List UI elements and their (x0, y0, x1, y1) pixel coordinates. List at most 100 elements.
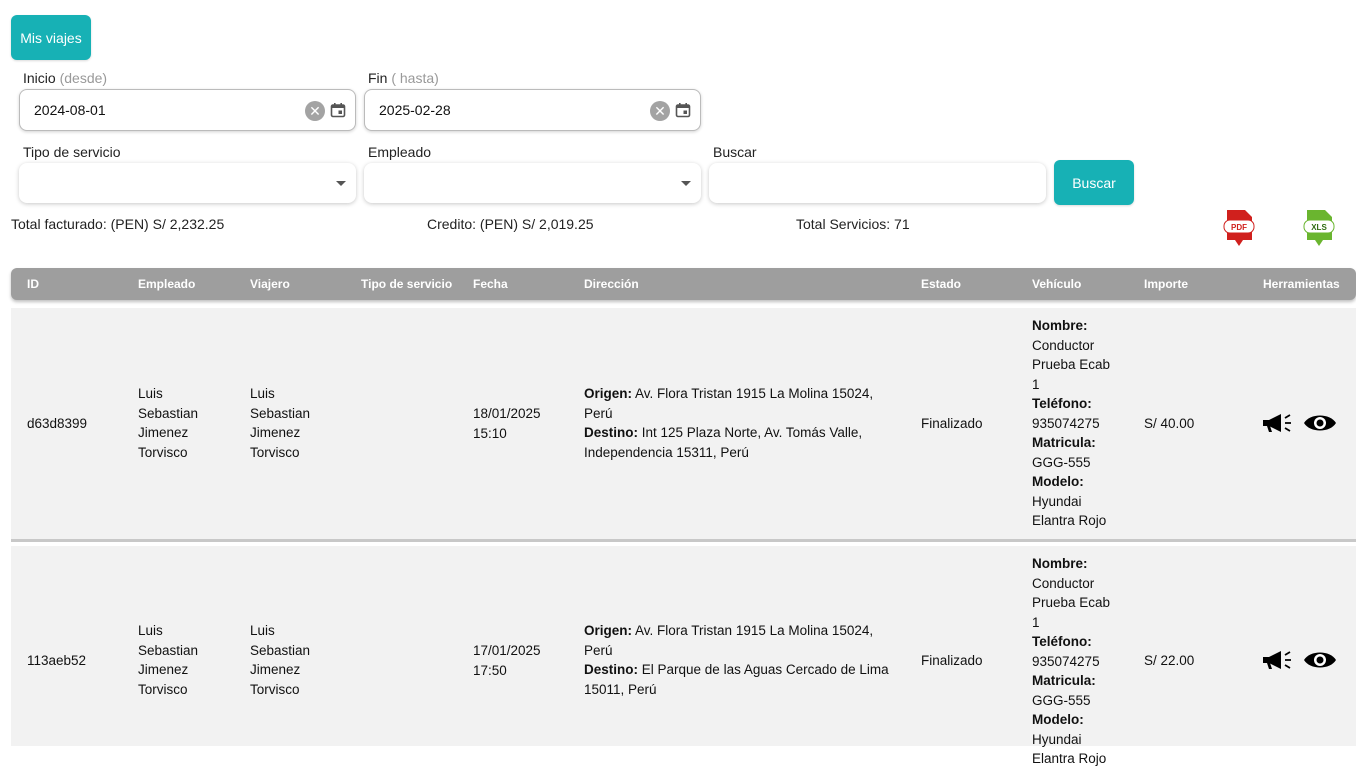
search-input[interactable] (709, 163, 1046, 203)
col-direccion[interactable]: Dirección (584, 277, 639, 291)
matricula-value: GGG-555 (1032, 454, 1091, 470)
col-fecha[interactable]: Fecha (473, 277, 508, 291)
fin-label-text: Fin (368, 70, 388, 86)
credito: Credito: (PEN) S/ 2,019.25 (427, 216, 594, 232)
row-id: 113aeb52 (27, 653, 87, 668)
nombre-value: 1 (1032, 376, 1040, 392)
col-viajero[interactable]: Viajero (250, 277, 290, 291)
telefono-label: Teléfono: (1032, 396, 1092, 411)
fecha-date: 17/01/2025 (473, 643, 541, 658)
eye-icon[interactable] (1303, 412, 1337, 434)
modelo-value: Elantra Rojo (1032, 513, 1107, 528)
eye-icon[interactable] (1303, 649, 1337, 671)
fin-date-value: 2025-02-28 (379, 102, 451, 118)
viajero-line: Sebastian (250, 642, 311, 658)
empleado-line: Sebastian (138, 405, 199, 421)
nombre-label: Nombre: (1032, 556, 1088, 571)
modelo-label: Modelo: (1032, 474, 1084, 489)
nombre-value: Conductor (1032, 575, 1095, 591)
inicio-date-value: 2024-08-01 (34, 102, 106, 118)
col-estado[interactable]: Estado (921, 277, 961, 291)
inicio-date-input[interactable]: 2024-08-01 ✕ (19, 89, 356, 131)
row-fecha: 17/01/2025 17:50 (473, 641, 541, 680)
col-id[interactable]: ID (27, 277, 39, 291)
row-vehiculo: Nombre: Conductor Prueba Ecab 1 Teléfono… (1032, 554, 1110, 769)
fecha-time: 15:10 (473, 425, 507, 441)
col-vehiculo[interactable]: Vehículo (1032, 277, 1081, 291)
mis-viajes-button[interactable]: Mis viajes (11, 15, 91, 60)
buscar-label: Buscar (713, 144, 757, 160)
nombre-value: Prueba Ecab (1032, 595, 1111, 610)
empleado-line: Luis (138, 386, 163, 401)
chevron-down-icon[interactable] (336, 181, 346, 186)
row-divider (11, 539, 1356, 542)
row-empleado: Luis Sebastian Jimenez Torvisco (138, 384, 198, 462)
inicio-label-text: Inicio (23, 70, 56, 86)
origen-value: Av. Flora Tristan 1915 La Molina 15024, (635, 386, 874, 401)
modelo-value: Hyundai (1032, 493, 1082, 509)
chevron-down-icon[interactable] (681, 181, 691, 186)
nombre-value: Prueba Ecab (1032, 357, 1111, 372)
xls-export-icon[interactable]: XLS (1302, 208, 1336, 250)
modelo-value: Hyundai (1032, 731, 1082, 747)
megaphone-icon[interactable] (1261, 412, 1295, 434)
table-row[interactable]: 113aeb52 Luis Sebastian Jimenez Torvisco… (11, 546, 1356, 766)
destino-label: Destino: (584, 662, 638, 677)
empleado-line: Jimenez (138, 662, 189, 677)
table-header: ID Empleado Viajero Tipo de servicio Fec… (11, 268, 1356, 300)
calendar-icon[interactable] (330, 102, 346, 118)
clear-icon[interactable]: ✕ (305, 101, 325, 121)
tipo-servicio-label: Tipo de servicio (23, 144, 121, 160)
viajero-line: Sebastian (250, 405, 311, 421)
matricula-label: Matricula: (1032, 435, 1096, 450)
empleado-line: Luis (138, 623, 163, 638)
tipo-servicio-select[interactable] (19, 163, 356, 203)
inicio-label: Inicio (desde) (23, 70, 107, 86)
row-direccion: Origen: Av. Flora Tristan 1915 La Molina… (584, 621, 904, 699)
col-tipo-servicio[interactable]: Tipo de servicio (361, 277, 452, 291)
origen-value: Perú (584, 405, 613, 421)
empleado-label: Empleado (368, 144, 432, 160)
row-vehiculo: Nombre: Conductor Prueba Ecab 1 Teléfono… (1032, 316, 1110, 531)
empleado-line: Jimenez (138, 425, 189, 440)
origen-value: Av. Flora Tristan 1915 La Molina 15024, (635, 623, 874, 638)
empleado-line: Torvisco (138, 681, 188, 697)
destino-value: 15011, Perú (584, 681, 657, 697)
col-herramientas[interactable]: Herramientas (1263, 277, 1340, 291)
telefono-value: 935074275 (1032, 415, 1100, 431)
row-viajero: Luis Sebastian Jimenez Torvisco (250, 384, 310, 462)
nombre-value: Conductor (1032, 337, 1095, 353)
calendar-icon[interactable] (675, 102, 691, 118)
viajero-line: Luis (250, 386, 275, 401)
origen-label: Origen: (584, 623, 633, 638)
fin-date-input[interactable]: 2025-02-28 ✕ (364, 89, 701, 131)
row-direccion: Origen: Av. Flora Tristan 1915 La Molina… (584, 384, 904, 462)
col-empleado[interactable]: Empleado (138, 277, 195, 291)
matricula-value: GGG-555 (1032, 692, 1091, 708)
modelo-label: Modelo: (1032, 712, 1084, 727)
pdf-export-icon[interactable]: PDF (1222, 208, 1256, 250)
destino-value: Int 125 Plaza Norte, Av. Tomás Valle, (641, 425, 863, 440)
viajero-line: Jimenez (250, 425, 301, 440)
viajero-line: Torvisco (250, 681, 300, 697)
telefono-value: 935074275 (1032, 653, 1100, 669)
megaphone-icon[interactable] (1261, 649, 1295, 671)
row-estado: Finalizado (921, 653, 983, 668)
pdf-label: PDF (1231, 223, 1247, 232)
empleado-line: Sebastian (138, 642, 199, 658)
row-importe: S/ 22.00 (1144, 653, 1195, 668)
matricula-label: Matricula: (1032, 673, 1096, 688)
nombre-label: Nombre: (1032, 318, 1088, 333)
col-importe[interactable]: Importe (1144, 277, 1188, 291)
xls-label: XLS (1311, 223, 1327, 232)
fin-label: Fin ( hasta) (368, 70, 439, 86)
origen-label: Origen: (584, 386, 633, 401)
total-servicios: Total Servicios: 71 (796, 216, 910, 232)
search-button[interactable]: Buscar (1054, 160, 1134, 205)
destino-value: El Parque de las Aguas Cercado de Lima (641, 662, 889, 677)
empleado-select[interactable] (364, 163, 701, 203)
clear-icon[interactable]: ✕ (650, 101, 670, 121)
empleado-line: Torvisco (138, 444, 188, 460)
row-importe: S/ 40.00 (1144, 416, 1195, 431)
table-row[interactable]: d63d8399 Luis Sebastian Jimenez Torvisco… (11, 308, 1356, 539)
